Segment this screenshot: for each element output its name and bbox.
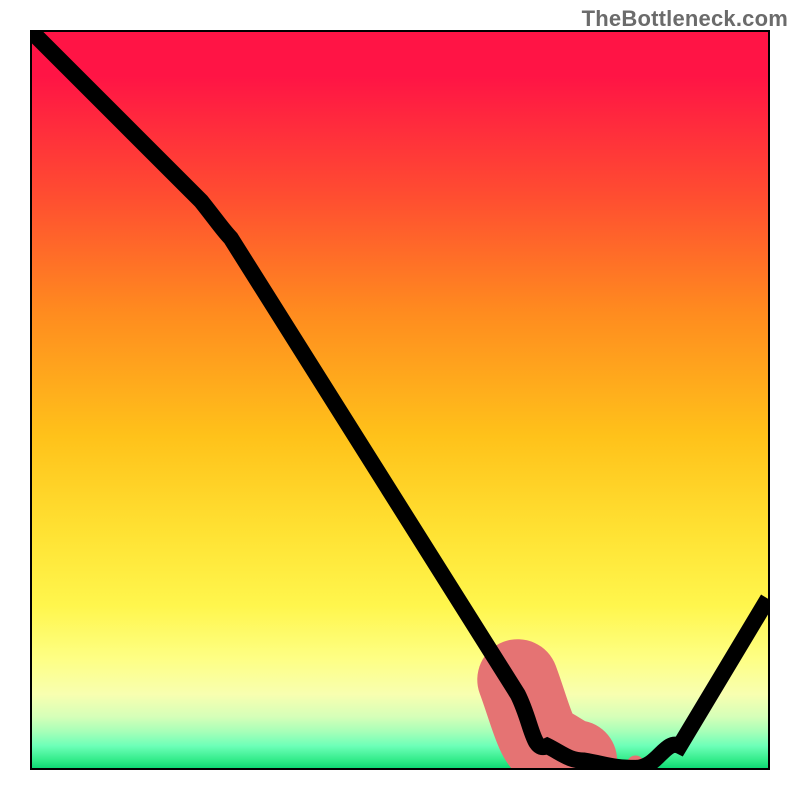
bottleneck-curve [32,32,768,768]
plot-svg [32,32,768,768]
plot-frame [30,30,770,770]
watermark-text: TheBottleneck.com [582,6,788,32]
